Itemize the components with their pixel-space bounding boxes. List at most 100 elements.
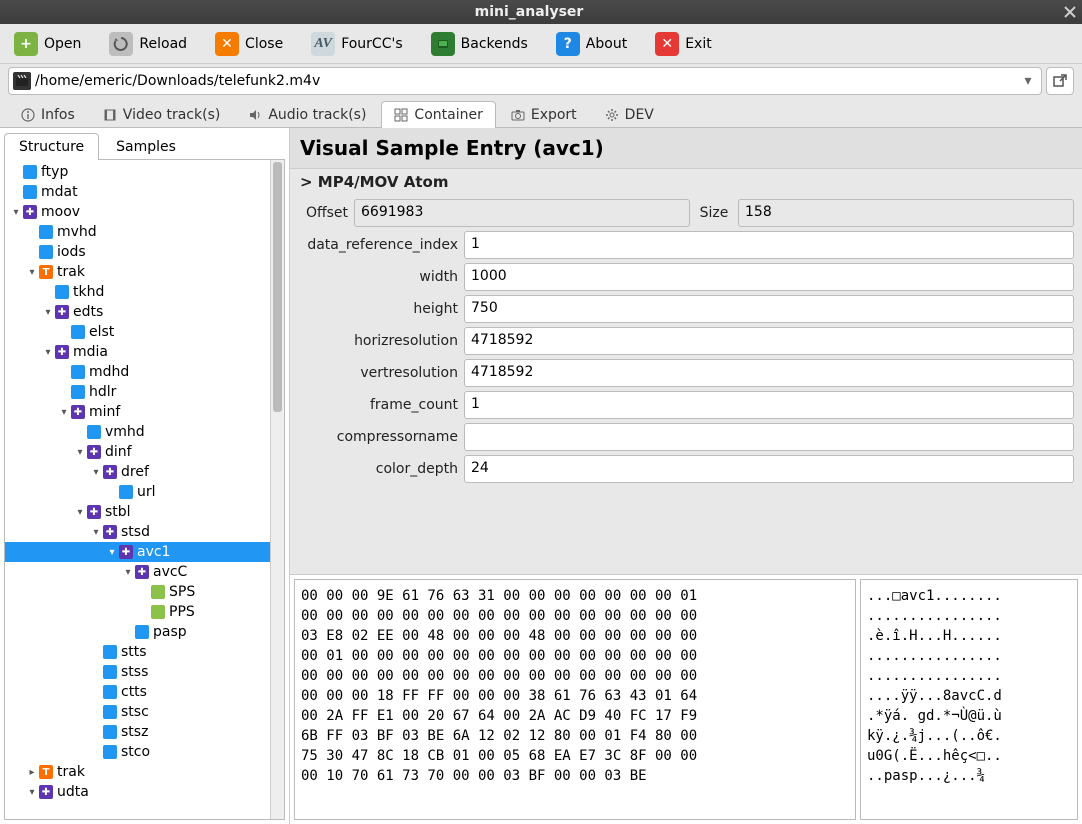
tree-node-PPS[interactable]: PPS <box>5 602 284 622</box>
trak-icon: T <box>39 765 53 779</box>
tree-node-ftyp[interactable]: ftyp <box>5 162 284 182</box>
trak-icon: T <box>39 265 53 279</box>
tree-node-elst[interactable]: elst <box>5 322 284 342</box>
tab-audio-tracks[interactable]: Audio track(s) <box>235 101 379 128</box>
path-dropdown-icon[interactable]: ▾ <box>1019 73 1037 89</box>
fourcc-icon: AV <box>311 32 335 56</box>
tree-node-stss[interactable]: stss <box>5 662 284 682</box>
expand-toggle-icon[interactable]: ▾ <box>105 547 119 558</box>
tree-node-label: stsz <box>121 724 148 740</box>
tree-node-mvhd[interactable]: mvhd <box>5 222 284 242</box>
tree-node-pasp[interactable]: pasp <box>5 622 284 642</box>
field-row-color_depth: color_depth24 <box>298 455 1074 483</box>
left-tab-structure[interactable]: Structure <box>4 133 99 160</box>
tree-node-label: PPS <box>169 604 195 620</box>
about-button[interactable]: ? About <box>550 29 633 59</box>
hex-viewer: 00 00 00 9E 61 76 63 31 00 00 00 00 00 0… <box>290 574 1082 824</box>
tree-node-label: mdhd <box>89 364 129 380</box>
container-atom-icon: ✚ <box>119 545 133 559</box>
window-close-button[interactable] <box>1058 0 1082 24</box>
field-label: width <box>298 269 458 285</box>
tree-node-label: elst <box>89 324 114 340</box>
expand-toggle-icon[interactable]: ▾ <box>73 447 87 458</box>
field-row-width: width 1000 <box>298 263 1074 291</box>
expand-toggle-icon[interactable]: ▾ <box>25 267 39 278</box>
container-atom-icon: ✚ <box>87 445 101 459</box>
reload-button[interactable]: Reload <box>103 29 193 59</box>
tree-node-dref[interactable]: ▾✚dref <box>5 462 284 482</box>
tab-export[interactable]: Export <box>498 101 590 128</box>
field-value: 1000 <box>464 263 1074 291</box>
tree-scrollbar[interactable] <box>270 160 284 819</box>
open-external-button[interactable] <box>1046 67 1074 95</box>
tree-node-vmhd[interactable]: vmhd <box>5 422 284 442</box>
tree-node-label: url <box>137 484 156 500</box>
left-tab-samples[interactable]: Samples <box>101 133 191 160</box>
tree-node-ctts[interactable]: ctts <box>5 682 284 702</box>
tree-node-mdia[interactable]: ▾✚mdia <box>5 342 284 362</box>
tree-node-url[interactable]: url <box>5 482 284 502</box>
tree-node-minf[interactable]: ▾✚minf <box>5 402 284 422</box>
close-button[interactable]: ✕ Close <box>209 29 289 59</box>
tree-node-edts[interactable]: ▾✚edts <box>5 302 284 322</box>
tab-container[interactable]: Container <box>381 101 495 128</box>
exit-button[interactable]: ✕ Exit <box>649 29 718 59</box>
open-button[interactable]: + Open <box>8 29 87 59</box>
filepath-box[interactable]: ▾ <box>8 67 1042 95</box>
tab-dev[interactable]: DEV <box>592 101 667 128</box>
tree-node-label: vmhd <box>105 424 145 440</box>
container-atom-icon: ✚ <box>39 785 53 799</box>
leaf-atom-icon <box>103 725 117 739</box>
leaf-data-icon <box>151 605 165 619</box>
offset-size-row: Offset 6691983 Size 158 <box>298 199 1074 227</box>
expand-toggle-icon[interactable]: ▾ <box>89 527 103 538</box>
tree-node-stco[interactable]: stco <box>5 742 284 762</box>
tree-node-stsz[interactable]: stsz <box>5 722 284 742</box>
tab-video-tracks[interactable]: Video track(s) <box>90 101 234 128</box>
expand-toggle-icon[interactable]: ▾ <box>41 347 55 358</box>
atom-tree[interactable]: ftyp mdat▾✚moovmvhdiods▾Ttrak tkhd ▾✚edts el… <box>4 160 285 820</box>
tree-node-tkhd[interactable]: tkhd <box>5 282 284 302</box>
tab-infos[interactable]: Infos <box>8 101 88 128</box>
help-icon: ? <box>556 32 580 56</box>
tree-node-mdat[interactable]: mdat <box>5 182 284 202</box>
tree-node-label: tkhd <box>73 284 104 300</box>
leaf-atom-icon <box>103 705 117 719</box>
tree-node-trak[interactable]: ▸Ttrak <box>5 762 284 782</box>
tree-node-moov[interactable]: ▾✚moov <box>5 202 284 222</box>
tree-node-stts[interactable]: stts <box>5 642 284 662</box>
tree-node-stsc[interactable]: stsc <box>5 702 284 722</box>
hex-ascii[interactable]: ...□avc1........ ................ .è.î.H… <box>860 579 1078 820</box>
size-label: Size <box>696 205 732 221</box>
video-file-icon <box>13 72 31 90</box>
tree-node-label: ftyp <box>41 164 68 180</box>
expand-toggle-icon[interactable]: ▾ <box>57 407 71 418</box>
container-atom-icon: ✚ <box>87 505 101 519</box>
tree-node-iods[interactable]: iods <box>5 242 284 262</box>
tree-node-trak[interactable]: ▾Ttrak <box>5 262 284 282</box>
expand-toggle-icon[interactable]: ▾ <box>89 467 103 478</box>
fourcc-button[interactable]: AV FourCC's <box>305 29 408 59</box>
expand-toggle-icon[interactable]: ▾ <box>41 307 55 318</box>
tree-node-stbl[interactable]: ▾✚stbl <box>5 502 284 522</box>
expand-toggle-icon[interactable]: ▾ <box>121 567 135 578</box>
container-atom-icon: ✚ <box>23 205 37 219</box>
tree-node-mdhd[interactable]: mdhd <box>5 362 284 382</box>
backends-button[interactable]: Backends <box>425 29 534 59</box>
expand-toggle-icon[interactable]: ▾ <box>25 787 39 798</box>
field-value: 1 <box>464 391 1074 419</box>
container-atom-icon: ✚ <box>71 405 85 419</box>
expand-toggle-icon[interactable]: ▸ <box>25 767 39 778</box>
tree-node-SPS[interactable]: SPS <box>5 582 284 602</box>
hex-bytes[interactable]: 00 00 00 9E 61 76 63 31 00 00 00 00 00 0… <box>294 579 856 820</box>
tree-node-avcC[interactable]: ▾✚avcC <box>5 562 284 582</box>
tree-node-hdlr[interactable]: hdlr <box>5 382 284 402</box>
tree-node-dinf[interactable]: ▾✚dinf <box>5 442 284 462</box>
expand-toggle-icon[interactable]: ▾ <box>9 207 23 218</box>
tree-node-stsd[interactable]: ▾✚stsd <box>5 522 284 542</box>
filepath-input[interactable] <box>35 73 1019 89</box>
tree-node-label: stco <box>121 744 150 760</box>
expand-toggle-icon[interactable]: ▾ <box>73 507 87 518</box>
tree-node-avc1[interactable]: ▾✚avc1 <box>5 542 284 562</box>
tree-node-udta[interactable]: ▾✚udta <box>5 782 284 802</box>
